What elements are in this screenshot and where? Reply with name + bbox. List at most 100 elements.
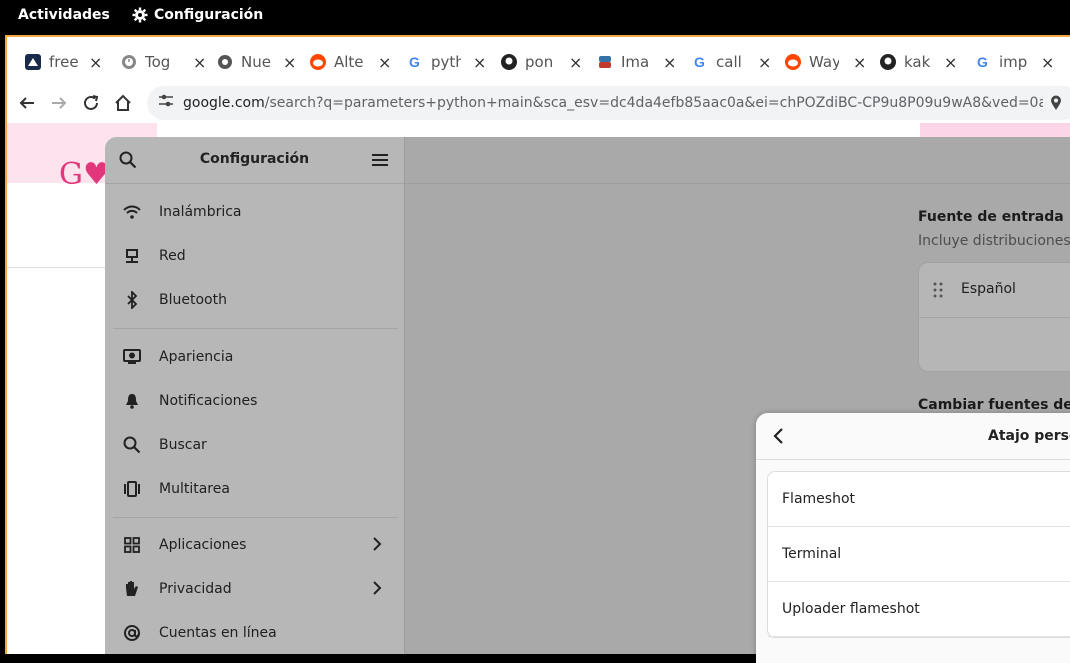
navigation-bar: google.com/search?q=parameters+python+ma… — [7, 83, 1070, 123]
sidebar-item-apps[interactable]: Aplicaciones — [111, 523, 398, 567]
sidebar-item-network[interactable]: Red — [111, 234, 398, 278]
url-text: google.com/search?q=parameters+python+ma… — [183, 95, 1043, 111]
drag-handle-icon[interactable] — [933, 281, 943, 303]
main-menu-button[interactable] — [372, 152, 388, 171]
browser-tab[interactable]: Nue × — [217, 50, 296, 74]
sidebar-item-privacy[interactable]: Privacidad — [111, 567, 398, 611]
location-icon[interactable] — [1050, 95, 1062, 115]
list-item[interactable]: Flameshot — [768, 472, 1070, 527]
forward-button[interactable] — [47, 91, 71, 115]
close-icon[interactable]: × — [663, 53, 676, 72]
back-button[interactable] — [772, 427, 784, 449]
google-icon: G — [975, 54, 991, 70]
url-path: /search?q=parameters+python+main&sca_esv… — [264, 95, 1043, 111]
sidebar-item-bluetooth[interactable]: Bluetooth — [111, 278, 398, 322]
sidebar-item-label: Multitarea — [159, 481, 230, 497]
svg-text:G: G — [977, 54, 988, 70]
python-icon — [597, 54, 613, 70]
sidebar-header: Configuración — [105, 137, 404, 184]
sidebar-item-label: Cuentas en línea — [159, 625, 277, 641]
gnome-top-bar: Actividades Configuración — [0, 0, 1070, 32]
browser-tab[interactable]: Tog × — [121, 50, 206, 74]
sidebar-item-notifications[interactable]: Notificaciones — [111, 379, 398, 423]
tab-title: Alte — [334, 53, 364, 71]
tab-title: call — [716, 53, 742, 71]
browser-tab[interactable]: Alte × — [310, 50, 391, 74]
github-icon — [501, 54, 517, 70]
bluetooth-icon — [122, 290, 142, 310]
sidebar-item-search[interactable]: Buscar — [111, 423, 398, 467]
close-icon[interactable]: × — [944, 53, 957, 72]
browser-tab[interactable]: Way × — [785, 50, 866, 74]
dialog-header: Atajo perso — [756, 413, 1070, 460]
browser-tab[interactable]: pon × — [501, 50, 582, 74]
svg-text:G: G — [409, 54, 420, 70]
sidebar-item-label: Notificaciones — [159, 393, 258, 409]
close-icon[interactable]: × — [89, 53, 102, 72]
browser-tab[interactable]: free × — [25, 50, 102, 74]
google-doodle-logo[interactable]: G♥ — [59, 157, 110, 192]
list-item[interactable]: Uploader flameshot — [768, 582, 1070, 637]
sidebar-item-label: Inalámbrica — [159, 204, 242, 220]
close-icon[interactable]: × — [283, 53, 296, 72]
close-icon[interactable]: × — [1041, 53, 1054, 72]
app-name: Configuración — [154, 7, 264, 23]
browser-tab[interactable]: G pyth × — [407, 50, 486, 74]
activities-button[interactable]: Actividades — [18, 7, 110, 23]
wifi-icon — [122, 202, 142, 222]
search-icon — [122, 435, 142, 455]
app-menu-button[interactable]: Configuración — [132, 7, 263, 23]
close-icon[interactable]: × — [473, 53, 486, 72]
input-source-description: Incluye distribuciones d — [918, 233, 1070, 249]
google-icon: G — [692, 54, 708, 70]
input-source-card: Español — [918, 262, 1070, 372]
sidebar-item-multitasking[interactable]: Multitarea — [111, 467, 398, 511]
github-icon — [880, 54, 896, 70]
home-icon — [115, 94, 131, 111]
at-icon — [122, 623, 142, 643]
close-icon[interactable]: × — [193, 53, 206, 72]
main-header — [405, 137, 1070, 184]
tab-title: Ima — [621, 53, 650, 71]
tab-title: Tog — [145, 53, 171, 71]
list-item[interactable]: Terminal — [768, 527, 1070, 582]
browser-tab[interactable]: Ima × — [597, 50, 676, 74]
browser-tab[interactable]: G imp × — [975, 50, 1054, 74]
home-button[interactable] — [111, 91, 135, 115]
tab-title: pyth — [431, 53, 461, 71]
close-icon[interactable]: × — [569, 53, 582, 72]
hand-icon — [122, 579, 142, 599]
chrome-icon — [217, 54, 233, 70]
sidebar-separator — [113, 517, 398, 518]
sidebar-item-wifi[interactable]: Inalámbrica — [111, 190, 398, 234]
close-icon[interactable]: × — [758, 53, 771, 72]
reddit-icon — [310, 54, 326, 70]
hamburger-icon — [372, 154, 388, 166]
sidebar-item-online-accounts[interactable]: Cuentas en línea — [111, 611, 398, 654]
sidebar-item-label: Red — [159, 248, 186, 264]
sidebar-item-label: Bluetooth — [159, 292, 227, 308]
browser-tab[interactable]: kak × — [880, 50, 957, 74]
close-icon[interactable]: × — [853, 53, 866, 72]
divider — [7, 267, 117, 268]
google-icon: G — [407, 54, 423, 70]
site-info-icon[interactable] — [159, 93, 173, 113]
sidebar-item-label: Privacidad — [159, 581, 232, 597]
toggl-icon — [121, 54, 137, 70]
chevron-right-icon — [372, 580, 382, 600]
tab-title: kak — [904, 53, 931, 71]
multitask-icon — [122, 479, 142, 499]
sidebar-title: Configuración — [199, 151, 310, 167]
appearance-icon — [122, 347, 142, 367]
browser-tab[interactable]: G call × — [692, 50, 771, 74]
sidebar-separator — [113, 328, 398, 329]
reload-button[interactable] — [79, 91, 103, 115]
address-bar[interactable]: google.com/search?q=parameters+python+ma… — [147, 86, 1070, 120]
input-source-row[interactable]: Español — [919, 263, 1070, 318]
back-button[interactable] — [15, 91, 39, 115]
tab-title: Way — [809, 53, 839, 71]
close-icon[interactable]: × — [378, 53, 391, 72]
url-host: google.com — [183, 95, 265, 111]
sidebar-item-appearance[interactable]: Apariencia — [111, 335, 398, 379]
tab-title: Nue — [241, 53, 271, 71]
